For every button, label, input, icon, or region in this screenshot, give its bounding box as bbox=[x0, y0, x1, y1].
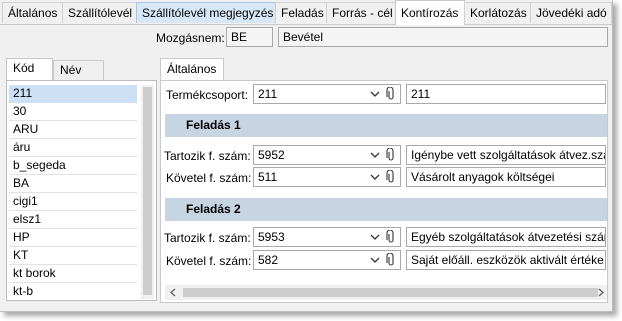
mozgasnem-label: Mozgásnem: bbox=[156, 31, 225, 45]
tartozik-dropdown[interactable]: 5952 bbox=[253, 145, 401, 165]
termekcsoport-name-field[interactable]: 211 bbox=[406, 84, 606, 104]
tab-szallitolevel-megjegyzes[interactable]: Szállítólevél megjegyzés bbox=[136, 2, 276, 23]
tab-altalanos[interactable]: Általános bbox=[2, 2, 63, 23]
paperclip-icon[interactable] bbox=[386, 87, 396, 101]
section-feladas-1: Feladás 1 bbox=[165, 114, 607, 137]
window: Általános Szállítólevél Szállítólevél me… bbox=[0, 0, 613, 312]
horizontal-scroll-thumb[interactable] bbox=[183, 288, 598, 297]
paperclip-icon[interactable] bbox=[386, 230, 396, 244]
list-item[interactable]: BA bbox=[9, 175, 137, 193]
tab-right-altalanos[interactable]: Általános bbox=[160, 58, 224, 81]
list-scroll-thumb[interactable] bbox=[143, 87, 152, 295]
left-tabs: Kód Név bbox=[6, 58, 156, 81]
kovetel-label: Követel f. szám: bbox=[166, 254, 252, 268]
tartozik-label: Tartozik f. szám: bbox=[164, 231, 251, 245]
list-item[interactable]: KT bbox=[9, 247, 137, 265]
mozgasnem-name-field[interactable]: Bevétel bbox=[278, 27, 608, 47]
section-title: Feladás 1 bbox=[186, 118, 241, 132]
tab-szallitolevel[interactable]: Szállítólevél bbox=[62, 2, 137, 23]
tab-forras-cel[interactable]: Forrás - cél bbox=[326, 2, 396, 23]
list-item[interactable]: kt borok bbox=[9, 265, 137, 283]
list-item[interactable]: cigi1 bbox=[9, 193, 137, 211]
list-item[interactable]: ARU bbox=[9, 121, 137, 139]
account-code: 582 bbox=[258, 253, 279, 267]
tartozik-dropdown[interactable]: 5953 bbox=[253, 227, 401, 247]
chevron-down-icon[interactable] bbox=[369, 89, 381, 99]
list-item[interactable]: áru bbox=[9, 139, 137, 157]
account-name-field[interactable]: Igénybe vett szolgáltatások átvez.szám bbox=[406, 145, 606, 165]
tab-korlatozas[interactable]: Korlátozás bbox=[464, 2, 531, 23]
scroll-left-icon[interactable] bbox=[169, 288, 177, 297]
chevron-down-icon[interactable] bbox=[369, 150, 381, 160]
account-code: 511 bbox=[258, 170, 278, 184]
account-code: 5953 bbox=[258, 230, 285, 244]
list-item[interactable]: HP bbox=[9, 229, 137, 247]
section-title: Feladás 2 bbox=[186, 202, 241, 216]
paperclip-icon[interactable] bbox=[386, 253, 396, 267]
details-panel: Termékcsoport: 211 211 Feladás 1 Tartozi… bbox=[160, 80, 608, 303]
termekcsoport-dropdown[interactable]: 211 bbox=[253, 84, 401, 104]
termekcsoport-code: 211 bbox=[258, 87, 278, 101]
list-item[interactable]: elsz1 bbox=[9, 211, 137, 229]
tab-kod[interactable]: Kód bbox=[6, 58, 53, 81]
tab-bar: Általános Szállítólevél Szállítólevél me… bbox=[0, 0, 612, 25]
list-item[interactable]: b_segeda bbox=[9, 157, 137, 175]
list-item[interactable]: 211 bbox=[9, 85, 137, 103]
tab-kontirozas[interactable]: Kontírozás bbox=[395, 0, 465, 25]
list-item[interactable]: kt-b bbox=[9, 283, 137, 300]
kovetel-label: Követel f. szám: bbox=[166, 171, 252, 185]
account-name-field[interactable]: Vásárolt anyagok költségei bbox=[406, 167, 606, 187]
termekcsoport-label: Termékcsoport: bbox=[166, 88, 249, 102]
details-horizontal-scrollbar[interactable] bbox=[165, 285, 607, 300]
tab-nev[interactable]: Név bbox=[53, 60, 104, 80]
scroll-right-icon[interactable] bbox=[597, 288, 605, 297]
chevron-down-icon[interactable] bbox=[369, 255, 381, 265]
chevron-down-icon[interactable] bbox=[369, 172, 381, 182]
tartozik-label: Tartozik f. szám: bbox=[164, 149, 251, 163]
code-list: 211 30 ARU áru b_segeda BA cigi1 elsz1 HP KT kt bo… bbox=[9, 85, 137, 300]
account-name-field[interactable]: Egyéb szolgáltatások átvezetési szám bbox=[406, 227, 606, 247]
section-feladas-2: Feladás 2 bbox=[165, 198, 607, 221]
kovetel-dropdown[interactable]: 511 bbox=[253, 167, 401, 187]
paperclip-icon[interactable] bbox=[386, 170, 396, 184]
account-code: 5952 bbox=[258, 148, 285, 162]
paperclip-icon[interactable] bbox=[386, 148, 396, 162]
list-vertical-scrollbar[interactable] bbox=[141, 85, 154, 299]
tab-jovedeki-ado[interactable]: Jövedéki adó bbox=[530, 2, 612, 23]
list-item[interactable]: 30 bbox=[9, 103, 137, 121]
tab-feladas[interactable]: Feladás bbox=[275, 2, 327, 23]
account-name-field[interactable]: Saját előáll. eszközök aktivált értéke bbox=[406, 250, 606, 270]
mozgasnem-code-field[interactable]: BE bbox=[226, 27, 273, 47]
chevron-down-icon[interactable] bbox=[369, 232, 381, 242]
code-list-panel: 211 30 ARU áru b_segeda BA cigi1 elsz1 HP KT kt bo… bbox=[6, 80, 157, 301]
kovetel-dropdown[interactable]: 582 bbox=[253, 250, 401, 270]
